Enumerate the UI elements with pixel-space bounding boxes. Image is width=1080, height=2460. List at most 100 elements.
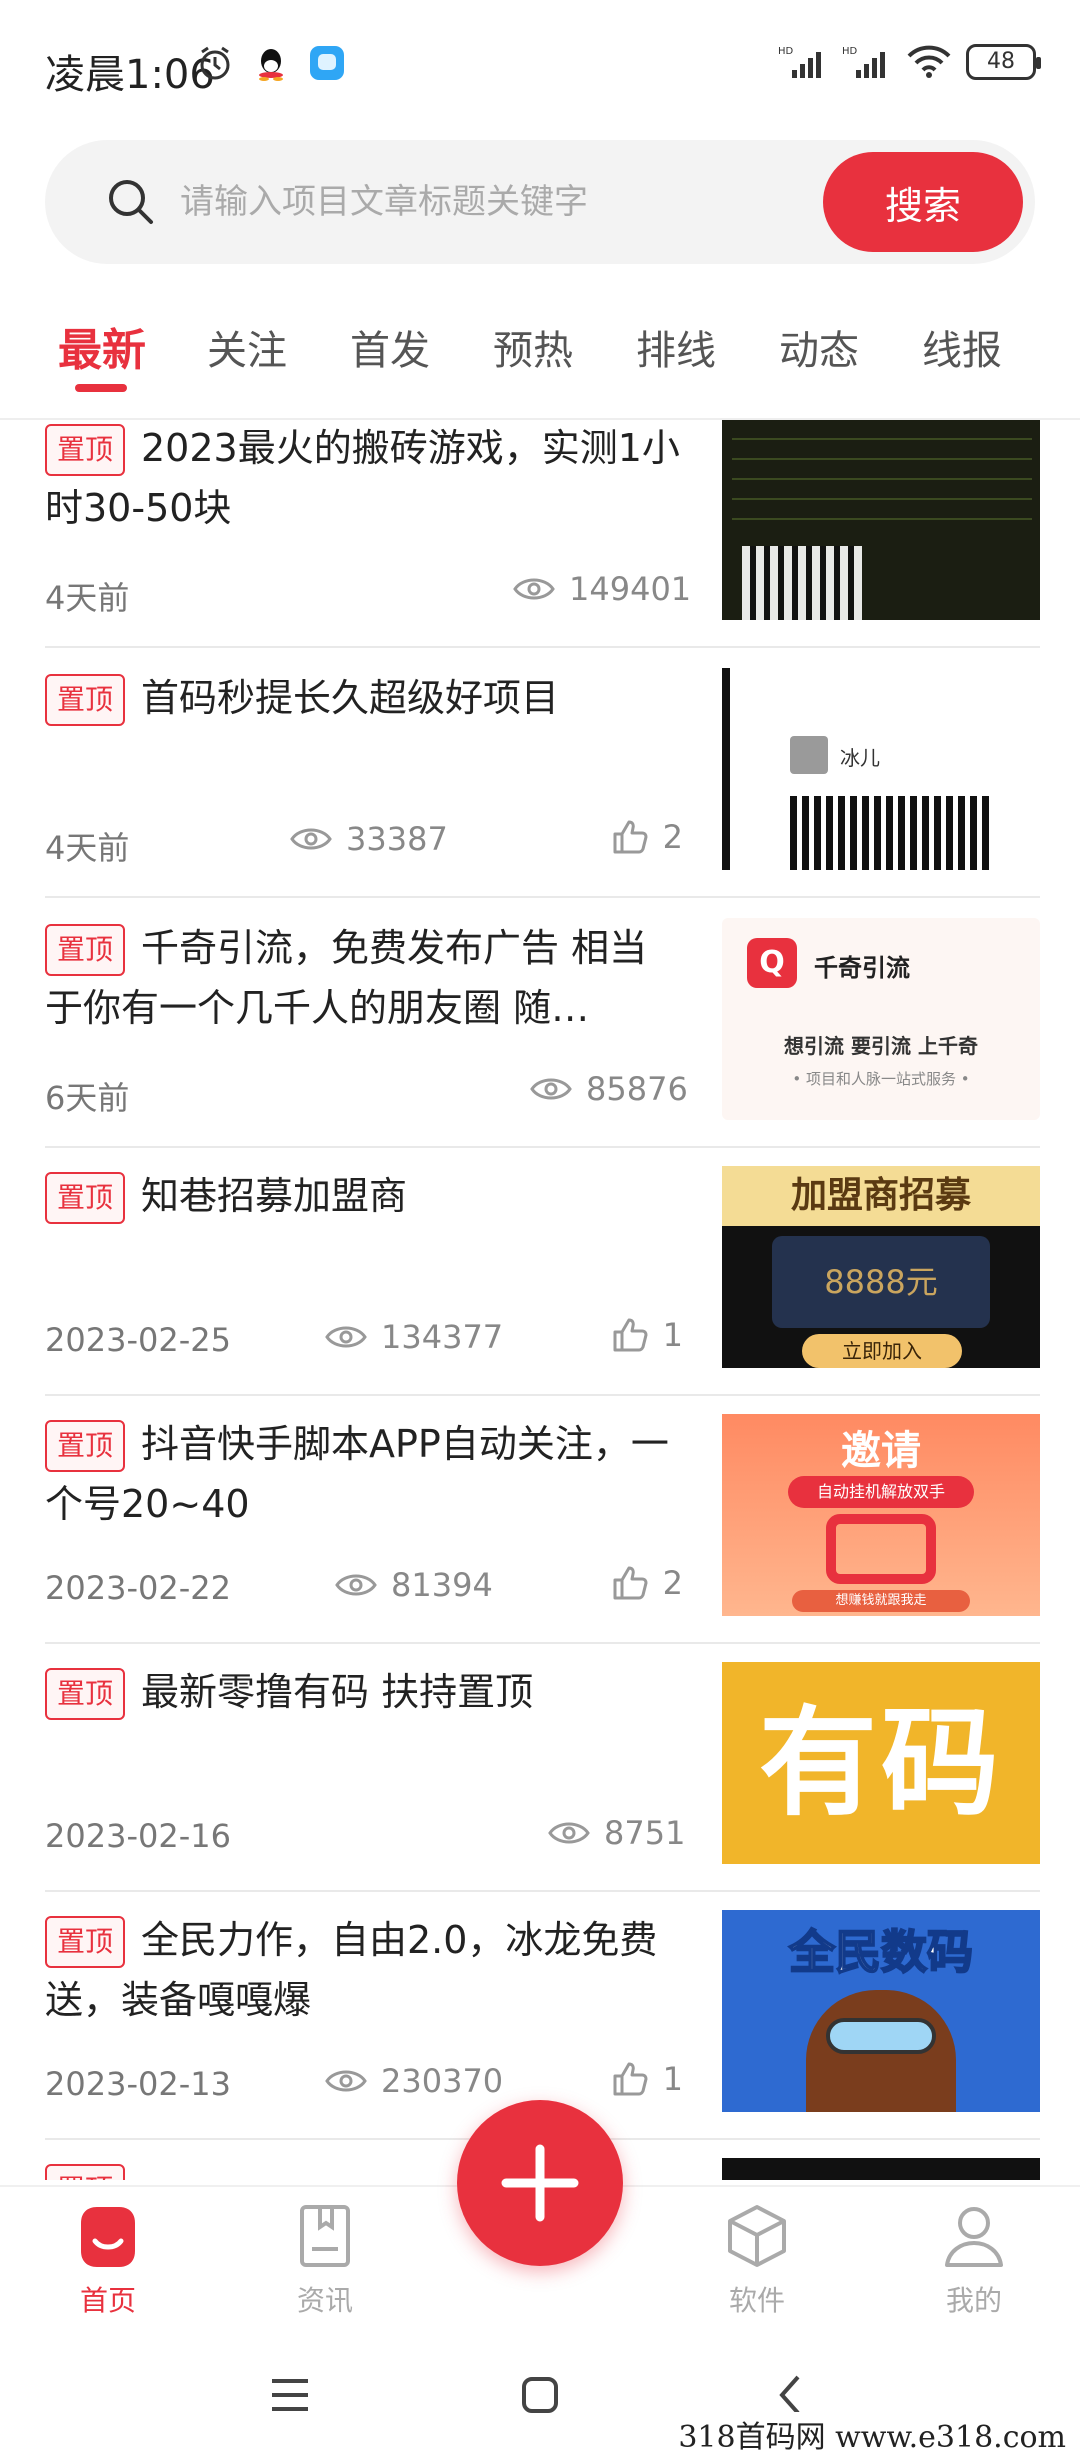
person-icon xyxy=(945,2207,1003,2267)
avatar xyxy=(790,736,828,774)
thumbnail-badge: 自动挂机解放双手 xyxy=(788,1476,974,1508)
system-navigation-bar: 318首码网 www.e318.com xyxy=(0,2335,1080,2460)
article-title[interactable]: 2023最火的搬砖游戏，实测1小时30-50块 xyxy=(45,420,685,538)
tab-tips[interactable]: 线报 xyxy=(922,318,1002,376)
article-thumbnail[interactable]: 冰儿 xyxy=(722,668,1040,870)
article-date: 6天前 xyxy=(45,1079,130,1117)
eye-icon xyxy=(290,828,332,850)
article-row[interactable]: 置顶 最新零撸有码 扶持置顶 2023-02-16 8751 有码 xyxy=(45,1662,1040,1864)
article-row[interactable]: 置顶 知巷招募加盟商 2023-02-25 134377 1 加盟商招募 888… xyxy=(45,1166,1040,1368)
thumbs-up-icon xyxy=(613,2062,648,2096)
view-count-value: 81394 xyxy=(391,1566,493,1604)
eye-icon xyxy=(335,1574,377,1596)
like-count-value: 1 xyxy=(662,1316,683,1354)
article-date: 2023-02-16 xyxy=(45,1817,231,1855)
signal-icon: HD xyxy=(778,46,821,78)
thumbnail-footer: 想赚钱就跟我走 xyxy=(792,1590,970,1612)
row-divider xyxy=(45,1642,1040,1644)
tab-dynamics[interactable]: 动态 xyxy=(779,318,859,376)
tab-first-release[interactable]: 首发 xyxy=(350,318,430,376)
qianqi-logo-icon: Q xyxy=(747,938,797,988)
search-button[interactable]: 搜索 xyxy=(823,152,1023,252)
article-thumbnail[interactable]: Q 千奇引流 想引流 要引流 上千奇 • 项目和人脉一站式服务 • xyxy=(722,918,1040,1120)
article-row[interactable]: 置顶 千奇引流，免费发布广告 相当于你有一个几千人的朋友圈 随… 6天前 858… xyxy=(45,918,1040,1120)
row-divider xyxy=(45,646,1040,648)
thumbnail-title: 加盟商招募 xyxy=(722,1166,1040,1226)
article-title[interactable]: 知巷招募加盟商 xyxy=(45,1166,685,1226)
tab-latest[interactable]: 最新 xyxy=(58,314,146,378)
article-title[interactable]: 最新零撸有码 扶持置顶 xyxy=(45,1662,685,1722)
row-divider xyxy=(45,1394,1040,1396)
nav-news[interactable]: 资讯 xyxy=(250,2189,400,2329)
thumbs-up-icon xyxy=(613,1318,648,1352)
nav-software[interactable]: 软件 xyxy=(682,2189,832,2329)
message-app-icon xyxy=(310,46,344,80)
like-count-value: 1 xyxy=(662,2060,683,2098)
article-thumbnail[interactable] xyxy=(722,420,1040,620)
svg-text:HD: HD xyxy=(778,46,794,57)
cube-icon xyxy=(728,2205,786,2267)
status-system-icons: HD HD 48 xyxy=(778,44,1041,80)
gift-icon xyxy=(826,1514,936,1584)
nav-profile[interactable]: 我的 xyxy=(899,2189,1049,2329)
article-thumbnail[interactable] xyxy=(722,2158,1040,2180)
thumbs-up-icon xyxy=(613,1566,648,1600)
view-count-value: 149401 xyxy=(569,570,692,608)
home-button-icon[interactable] xyxy=(510,2365,570,2425)
search-input[interactable] xyxy=(180,170,700,234)
svg-text:HD: HD xyxy=(842,46,858,57)
tab-lineup[interactable]: 排线 xyxy=(636,318,716,376)
article-row[interactable]: 置顶 抖音快手脚本APP自动关注，一个号20~40 2023-02-22 813… xyxy=(45,1414,1040,1616)
view-count: 33387 xyxy=(290,820,448,858)
add-post-button[interactable] xyxy=(457,2100,623,2266)
thumbnail-amount: 8888元 xyxy=(772,1236,990,1328)
qq-icon xyxy=(259,49,283,81)
pinned-badge: 置顶 xyxy=(45,2164,125,2180)
tab-follow[interactable]: 关注 xyxy=(207,318,287,376)
article-title[interactable]: 抖音快手脚本APP自动关注，一个号20~40 xyxy=(45,1414,685,1534)
article-title[interactable]: 首码秒提长久超级好项目 xyxy=(45,668,685,728)
article-title[interactable]: 千奇引流，免费发布广告 相当于你有一个几千人的朋友圈 随… xyxy=(45,918,685,1038)
signal-icon-2: HD xyxy=(842,46,885,78)
view-count-value: 85876 xyxy=(586,1070,688,1108)
eye-icon xyxy=(548,1822,590,1844)
article-thumbnail[interactable]: 全民数码 xyxy=(722,1910,1040,2112)
thumbnail-title: 邀请 xyxy=(841,1428,921,1474)
like-count[interactable]: 1 xyxy=(611,1316,683,1354)
view-count: 134377 xyxy=(325,1318,503,1356)
menu-icon[interactable] xyxy=(260,2365,320,2425)
search-bar[interactable]: 搜索 xyxy=(45,140,1035,264)
like-count-value: 2 xyxy=(662,818,683,856)
news-icon xyxy=(300,2205,350,2267)
article-row[interactable]: 置顶 2023最火的搬砖游戏，实测1小时30-50块 4天前 149401 xyxy=(45,420,1040,620)
view-count: 85876 xyxy=(530,1070,688,1108)
status-notification-icons xyxy=(196,44,346,82)
article-thumbnail[interactable]: 有码 xyxy=(722,1662,1040,1864)
qr-code-image xyxy=(742,546,862,620)
article-row[interactable]: 置顶 首码秒提长久超级好项目 4天前 33387 2 冰儿 xyxy=(45,668,1040,870)
nav-label: 首页 xyxy=(79,2284,136,2317)
row-divider xyxy=(45,1890,1040,1892)
plus-icon xyxy=(501,2144,579,2222)
nav-label: 我的 xyxy=(945,2284,1002,2317)
thumbnail-title: 千奇引流 xyxy=(814,954,910,982)
nav-home[interactable]: 首页 xyxy=(33,2189,183,2329)
home-icon xyxy=(81,2207,135,2267)
like-count[interactable]: 1 xyxy=(611,2060,683,2098)
eye-icon xyxy=(325,1326,367,1348)
eye-icon xyxy=(325,2070,367,2092)
article-title[interactable]: 全民力作，自由2.0，冰龙免费送，装备嘎嘎爆 xyxy=(45,1910,685,2030)
eye-icon xyxy=(513,578,555,600)
like-count[interactable]: 2 xyxy=(611,1564,683,1602)
article-row[interactable]: 置顶 全民力作，自由2.0，冰龙免费送，装备嘎嘎爆 2023-02-13 230… xyxy=(45,1910,1040,2112)
article-list: 置顶 2023最火的搬砖游戏，实测1小时30-50块 4天前 149401 置顶… xyxy=(0,420,1080,2180)
article-date: 2023-02-25 xyxy=(45,1321,231,1359)
like-count[interactable]: 2 xyxy=(611,818,683,856)
article-thumbnail[interactable]: 加盟商招募 8888元 立即加入 xyxy=(722,1166,1040,1368)
view-count: 81394 xyxy=(335,1566,493,1604)
search-icon xyxy=(109,180,153,224)
nav-label: 软件 xyxy=(728,2284,785,2317)
character-goggles xyxy=(826,2018,936,2054)
tab-preheat[interactable]: 预热 xyxy=(493,318,573,376)
article-thumbnail[interactable]: 邀请 自动挂机解放双手 想赚钱就跟我走 xyxy=(722,1414,1040,1616)
